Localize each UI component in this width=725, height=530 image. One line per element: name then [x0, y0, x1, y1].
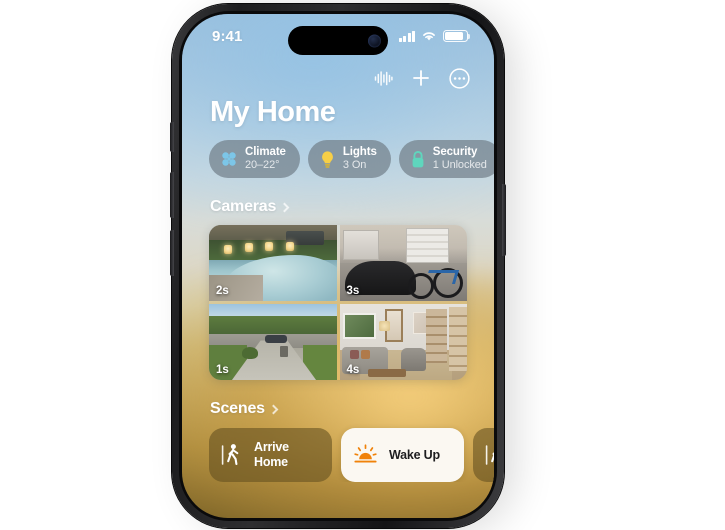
sunrise-icon: [353, 444, 378, 466]
lightbulb-icon: [321, 150, 333, 168]
status-bar-indicators: [398, 30, 471, 42]
cameras-section-label: Cameras: [210, 198, 277, 215]
scene-armchair: [400, 348, 427, 371]
camera-tile-driveway[interactable]: 1s: [209, 304, 337, 380]
scene-chip-third[interactable]: [473, 428, 494, 482]
camera-tile-garage-label: 3s: [346, 285, 360, 297]
camera-grid: 2s 3s 1s 4s: [209, 225, 467, 380]
camera-tile-pool[interactable]: 2s: [209, 225, 337, 301]
phone-screen: 9:41 My Home Climate 20–22° Lights 3 On …: [182, 14, 494, 518]
more-options-icon[interactable]: [449, 67, 470, 89]
page-title: My Home: [210, 96, 336, 128]
status-chip-security-title: Security: [432, 146, 478, 159]
scene-chip-wake-up[interactable]: Wake Up: [341, 428, 464, 482]
scene-path-light: [285, 241, 294, 251]
camera-tile-pool-label: 2s: [216, 285, 229, 297]
scene-wall-art: [343, 313, 377, 339]
status-chip-lights-text: Lights 3 On: [343, 146, 377, 171]
status-chip-lights-title: Lights: [342, 146, 377, 159]
fan-icon: [222, 152, 236, 166]
camera-tile-living-room[interactable]: 4s: [339, 304, 467, 380]
app-nav-bar: [182, 58, 494, 92]
iphone-device-frame: 9:41 My Home Climate 20–22° Lights 3 On …: [170, 4, 506, 528]
status-chip-lights-subtitle: 3 On: [342, 159, 367, 172]
scene-path-light: [244, 243, 253, 253]
power-button[interactable]: [502, 184, 506, 256]
camera-tile-driveway-label: 1s: [216, 364, 229, 376]
siri-waveform-icon[interactable]: [374, 70, 393, 87]
volume-up-button[interactable]: [170, 172, 174, 218]
status-chip-security[interactable]: Security 1 Unlocked: [398, 140, 494, 178]
action-button[interactable]: [170, 122, 174, 152]
status-chip-security-subtitle: 1 Unlocked: [432, 159, 487, 172]
cellular-signal-icon: [398, 30, 415, 42]
camera-tile-living-room-label: 4s: [346, 364, 360, 376]
scene-pillow: [361, 349, 371, 359]
scene-garage-door: [405, 228, 450, 263]
add-icon[interactable]: [411, 68, 431, 88]
scene-parked-car: [265, 335, 288, 344]
scene-path-light: [224, 244, 233, 254]
scene-trees: [209, 316, 337, 336]
scenes-section-label: Scenes: [210, 400, 265, 417]
status-chip-climate[interactable]: Climate 20–22°: [209, 140, 300, 178]
scene-path-light: [265, 242, 274, 252]
dynamic-island[interactable]: [288, 26, 388, 55]
scene-chip-wake-up-label: Wake Up: [389, 447, 440, 462]
status-chip-climate-subtitle: 20–22°: [245, 159, 280, 172]
chevron-right-icon: [279, 202, 290, 212]
person-walking-icon: [221, 442, 243, 468]
status-chip-climate-title: Climate: [245, 146, 286, 159]
scene-shelving: [343, 229, 379, 260]
scene-chip-arrive-home-label: Arrive Home: [254, 440, 289, 469]
scene-bush: [242, 346, 259, 359]
scene-bookshelf: [449, 307, 467, 371]
scene-lamp: [379, 320, 391, 331]
scene-pillow: [349, 349, 359, 359]
home-status-chip-row: Climate 20–22° Lights 3 On Security 1 Un…: [182, 129, 494, 178]
status-chip-lights[interactable]: Lights 3 On: [307, 140, 391, 178]
lock-icon: [412, 150, 424, 167]
person-walking-icon: [485, 442, 494, 468]
status-bar-time: 9:41: [212, 27, 243, 45]
battery-fill: [445, 32, 464, 40]
scene-bookshelf: [426, 308, 447, 364]
status-chip-climate-text: Climate 20–22°: [245, 146, 286, 171]
front-camera-icon: [368, 34, 381, 47]
wifi-icon: [423, 32, 435, 41]
scene-bicycle-frame: [424, 270, 459, 285]
cameras-section-header[interactable]: Cameras: [182, 198, 494, 216]
battery-icon: [443, 30, 471, 42]
scene-chip-arrive-home[interactable]: Arrive Home: [209, 428, 332, 482]
chevron-right-icon: [268, 404, 279, 414]
volume-down-button[interactable]: [170, 230, 174, 276]
status-chip-security-text: Security 1 Unlocked: [433, 146, 487, 171]
scenes-section-header[interactable]: Scenes: [182, 400, 494, 418]
camera-tile-garage[interactable]: 3s: [339, 225, 467, 301]
scenes-row: Arrive Home Wake Up: [182, 418, 494, 482]
scene-coffee-table: [367, 368, 406, 377]
scene-trash-bin: [280, 346, 289, 358]
